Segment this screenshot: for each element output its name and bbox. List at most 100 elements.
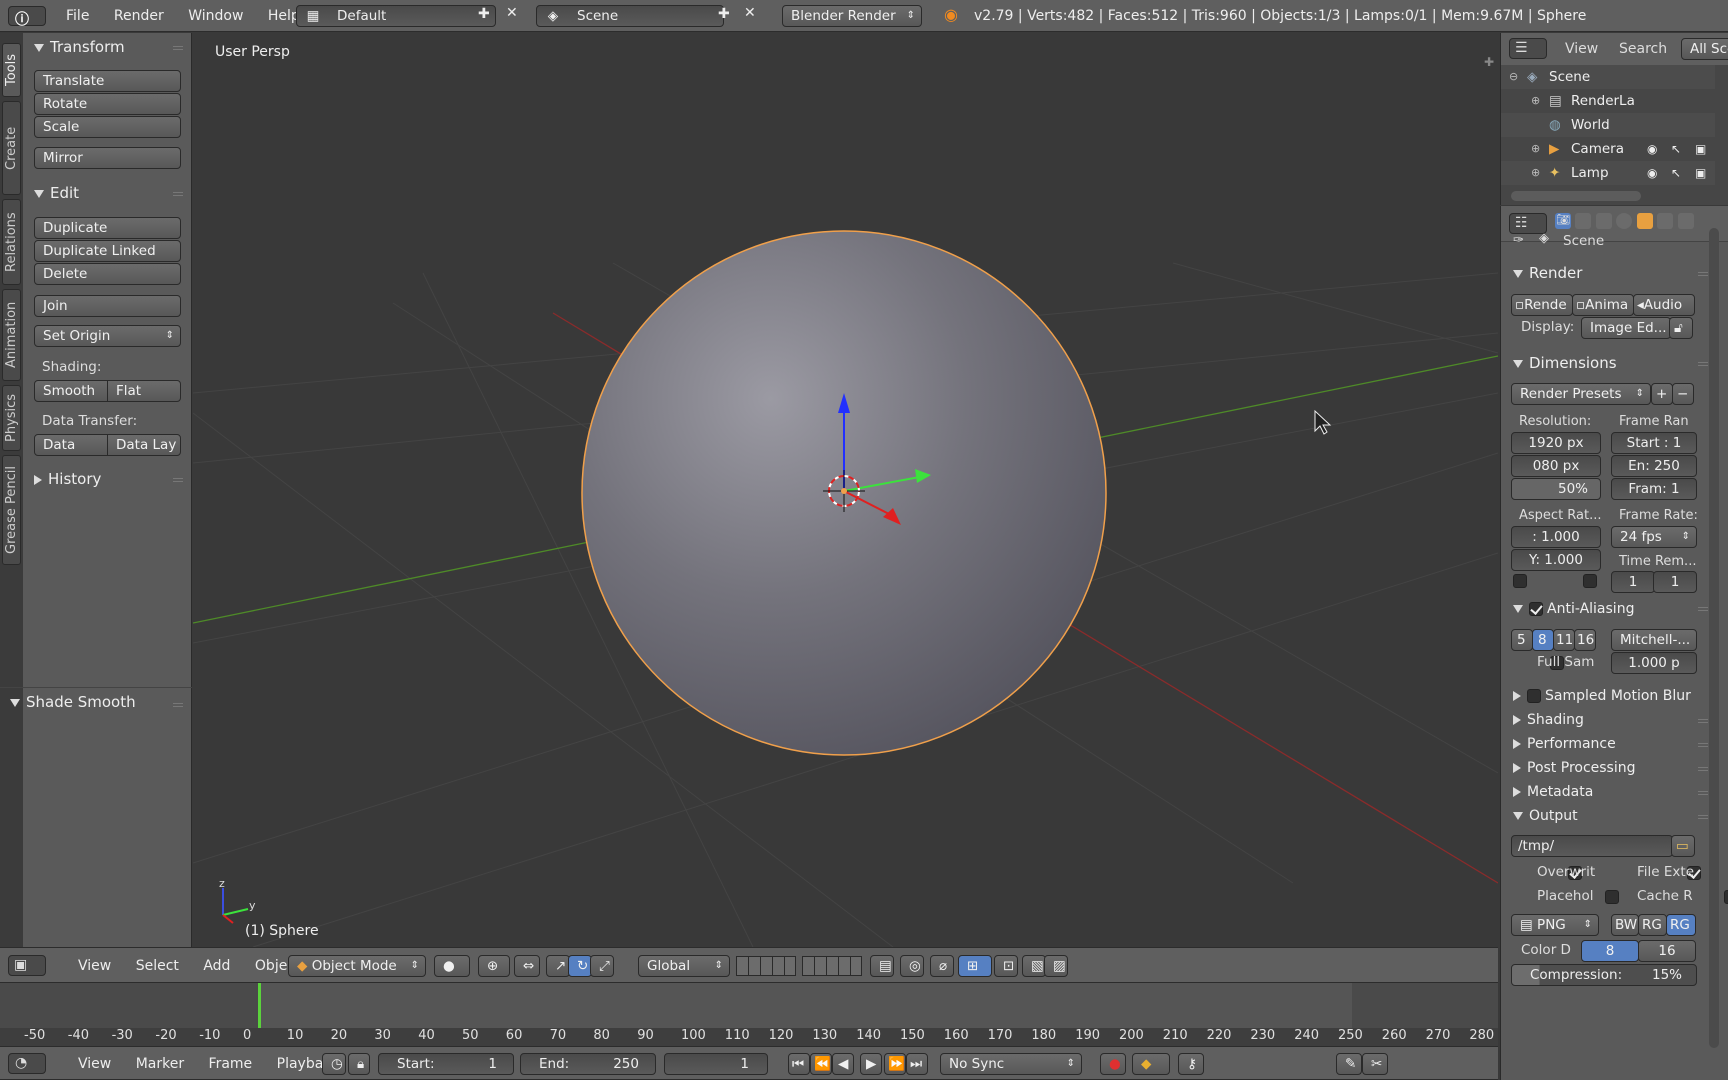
set-origin-dropdown[interactable]: Set Origin ⇕ bbox=[34, 325, 181, 347]
border-checkbox[interactable] bbox=[1513, 574, 1527, 588]
duplicate-linked-button[interactable]: Duplicate Linked bbox=[34, 240, 181, 262]
lock-camera-icon[interactable]: ▤ bbox=[870, 955, 894, 977]
outliner-scrollbar[interactable] bbox=[1511, 191, 1641, 201]
play-reverse-button[interactable]: ◀ bbox=[832, 1053, 854, 1075]
smooth-button[interactable]: Smooth bbox=[34, 380, 108, 402]
jump-keyframe-back-button[interactable]: ⏪ bbox=[810, 1053, 832, 1075]
time-remap-new-field[interactable]: 1 bbox=[1653, 571, 1697, 593]
mirror-button[interactable]: Mirror bbox=[34, 147, 181, 169]
opengl-render-icon[interactable]: ▧ bbox=[1022, 955, 1046, 977]
panel-grip-icon[interactable] bbox=[1698, 272, 1708, 276]
scene-tab-icon[interactable] bbox=[1595, 213, 1612, 229]
world-tab-icon[interactable] bbox=[1616, 213, 1633, 229]
flat-button[interactable]: Flat bbox=[107, 380, 181, 402]
outliner-item[interactable]: ⊕ ▶ Camera ◉ ↖ ▣ bbox=[1501, 137, 1715, 161]
viewport-shading-dropdown[interactable]: ● bbox=[434, 955, 470, 977]
panel-grip-icon[interactable] bbox=[173, 46, 183, 50]
outliner-item[interactable]: ⊕ ▤ RenderLa bbox=[1501, 89, 1715, 113]
motion-blur-checkbox[interactable] bbox=[1527, 688, 1541, 703]
camera-render-icon[interactable]: ▣ bbox=[1695, 137, 1706, 161]
render-engine-selector[interactable]: Blender Render ⇕ bbox=[782, 5, 922, 27]
play-button[interactable]: ▶ bbox=[860, 1053, 882, 1075]
aa-samples-16[interactable]: 16 bbox=[1574, 629, 1596, 651]
info-editor-icon[interactable]: ⓘ bbox=[8, 6, 46, 28]
menu-frame[interactable]: Frame bbox=[199, 1056, 263, 1072]
placeholders-checkbox[interactable] bbox=[1605, 890, 1620, 904]
menu-view[interactable]: View bbox=[68, 958, 121, 974]
timeline-area[interactable] bbox=[0, 983, 1498, 1030]
panel-grip-icon[interactable] bbox=[1698, 815, 1708, 819]
render-still-button[interactable]: ▫Rende bbox=[1511, 294, 1573, 316]
panel-grip-icon[interactable] bbox=[1698, 607, 1708, 611]
render-animation-button[interactable]: ▫Anima bbox=[1572, 294, 1634, 316]
transform-orientation-dropdown[interactable]: Global ⇕ bbox=[638, 955, 730, 977]
outliner-menu-view[interactable]: View bbox=[1565, 41, 1598, 57]
menu-render[interactable]: Render bbox=[104, 8, 174, 24]
resolution-y-field[interactable]: 080 px bbox=[1511, 455, 1601, 477]
render-layers-tab-icon[interactable] bbox=[1575, 213, 1592, 229]
tab-tools[interactable]: Tools bbox=[2, 43, 21, 97]
tab-grease-pencil[interactable]: Grease Pencil bbox=[2, 455, 21, 565]
crop-checkbox[interactable] bbox=[1583, 574, 1598, 588]
translate-button[interactable]: Translate bbox=[34, 70, 181, 92]
panel-grip-icon[interactable] bbox=[1698, 791, 1708, 795]
join-button[interactable]: Join bbox=[34, 295, 181, 317]
display-dropdown[interactable]: Image Ed... bbox=[1581, 317, 1671, 339]
panel-grip-icon[interactable] bbox=[173, 478, 183, 482]
expand-icon[interactable]: ⊕ bbox=[1531, 89, 1540, 113]
cursor-select-icon[interactable]: ↖ bbox=[1671, 137, 1681, 161]
cursor-select-icon[interactable]: ↖ bbox=[1671, 161, 1681, 185]
outliner-filter-dropdown[interactable]: All Sce bbox=[1681, 38, 1728, 60]
scale-button[interactable]: Scale bbox=[34, 116, 181, 138]
panel-grip-icon[interactable] bbox=[1698, 362, 1708, 366]
panel-grip-icon[interactable] bbox=[1698, 743, 1708, 747]
object-mode-dropdown[interactable]: ◆ Object Mode ⇕ bbox=[288, 955, 426, 977]
insert-key-icon[interactable]: ✎ bbox=[1336, 1053, 1362, 1075]
data-layout-button[interactable]: Data Lay bbox=[107, 434, 181, 456]
aa-samples-5[interactable]: 5 bbox=[1511, 629, 1533, 651]
performance-panel-header[interactable]: Performance bbox=[1513, 734, 1616, 752]
lock-interface-icon[interactable]: 🔓︎ bbox=[1669, 317, 1693, 339]
add-preset-icon[interactable]: + bbox=[1651, 383, 1673, 405]
menu-view[interactable]: View bbox=[68, 1056, 121, 1072]
add-layout-icon[interactable]: ✚ bbox=[478, 6, 490, 22]
tab-physics[interactable]: Physics bbox=[2, 385, 21, 451]
browse-folder-icon[interactable]: ▭ bbox=[1671, 835, 1695, 857]
eye-icon[interactable]: ◉ bbox=[1647, 137, 1657, 161]
resolution-percent-slider[interactable]: 50% bbox=[1511, 478, 1601, 500]
color-rgb-button[interactable]: RG bbox=[1638, 914, 1667, 936]
add-scene-icon[interactable]: ✚ bbox=[718, 6, 730, 22]
color-rgba-button[interactable]: RG bbox=[1666, 914, 1696, 936]
collapse-icon[interactable]: ⊖ bbox=[1509, 65, 1518, 89]
delete-button[interactable]: Delete bbox=[34, 263, 181, 285]
render-panel-header[interactable]: Render bbox=[1513, 264, 1582, 282]
tab-animation[interactable]: Animation bbox=[2, 289, 21, 381]
lock-range-icon[interactable]: 🔒︎ bbox=[348, 1053, 370, 1075]
panel-grip-icon[interactable] bbox=[1698, 767, 1708, 771]
cache-result-checkbox[interactable] bbox=[1723, 890, 1728, 904]
outliner-item[interactable]: ◍ World bbox=[1501, 113, 1715, 137]
rotate-button[interactable]: Rotate bbox=[34, 93, 181, 115]
aa-filter-size-field[interactable]: 1.000 p bbox=[1611, 652, 1697, 674]
motion-blur-panel-header[interactable]: Sampled Motion Blur bbox=[1513, 686, 1691, 704]
aspect-y-field[interactable]: Y: 1.000 bbox=[1511, 549, 1601, 571]
menu-marker[interactable]: Marker bbox=[126, 1056, 194, 1072]
remove-layout-icon[interactable]: ✕ bbox=[506, 5, 518, 21]
compression-slider[interactable]: Compression: 15% bbox=[1511, 964, 1697, 986]
jump-keyframe-forward-button[interactable]: ⏩ bbox=[884, 1053, 906, 1075]
anti-aliasing-checkbox[interactable] bbox=[1529, 601, 1543, 616]
aa-samples-8[interactable]: 8 bbox=[1532, 629, 1554, 651]
color-depth-16-button[interactable]: 16 bbox=[1638, 940, 1696, 962]
transform-panel-header[interactable]: Transform bbox=[34, 38, 125, 56]
timeline-editor-icon[interactable]: ◔ bbox=[8, 1053, 46, 1074]
object-tab-icon[interactable] bbox=[1636, 213, 1653, 229]
preview-range-icon[interactable]: ◷ bbox=[322, 1053, 346, 1075]
menu-add[interactable]: Add bbox=[193, 958, 240, 974]
layer-buttons-2[interactable] bbox=[802, 956, 862, 976]
menu-window[interactable]: Window bbox=[178, 8, 253, 24]
scene-selector[interactable]: ◈ Scene bbox=[536, 5, 724, 27]
last-operator-header[interactable]: Shade Smooth bbox=[10, 693, 136, 711]
data-transfer-button[interactable]: Data bbox=[34, 434, 108, 456]
outliner-editor-icon[interactable]: ☰ bbox=[1509, 38, 1547, 59]
snap-toggle-icon[interactable]: ⌀ bbox=[930, 955, 954, 977]
